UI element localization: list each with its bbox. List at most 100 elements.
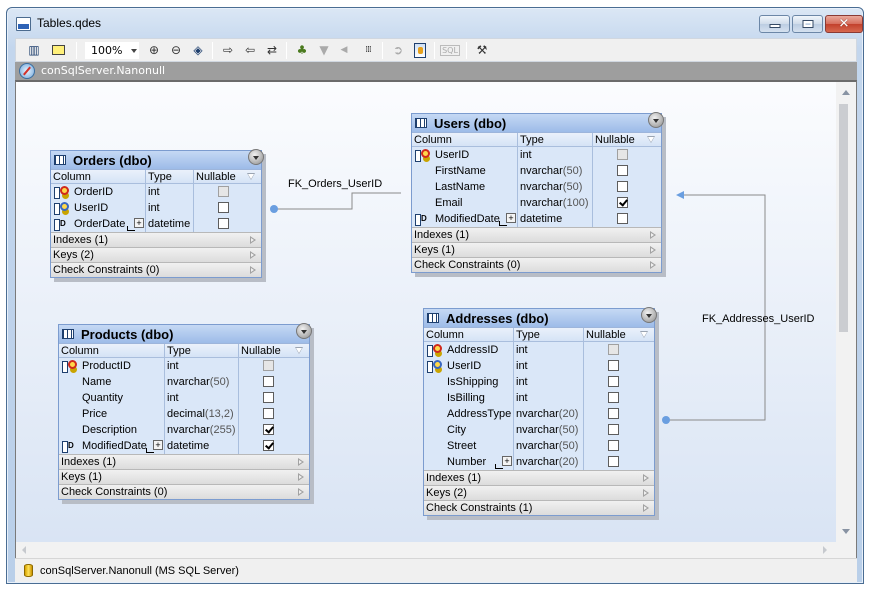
column-type[interactable]: int <box>516 390 528 406</box>
column-name[interactable]: UserID <box>435 147 469 163</box>
filter-icon[interactable] <box>247 173 255 180</box>
table-section[interactable]: Keys (1) <box>59 469 309 484</box>
expand-arrow-icon[interactable] <box>298 488 304 496</box>
column-name[interactable]: ModifiedDate <box>435 211 500 227</box>
filter-icon[interactable] <box>647 136 655 143</box>
column-row[interactable]: City nvarchar(50) <box>424 422 654 438</box>
nullable-checkbox[interactable] <box>608 392 619 403</box>
expand-arrow-icon[interactable] <box>650 246 656 254</box>
grid-button[interactable]: ⁞⁞⁞ <box>358 41 378 59</box>
column-name[interactable]: Quantity <box>82 390 123 406</box>
scroll-down-icon[interactable] <box>842 529 850 534</box>
table-section[interactable]: Keys (2) <box>51 247 261 262</box>
table-section[interactable]: Check Constraints (1) <box>424 500 654 515</box>
add-column-button[interactable]: + <box>127 218 144 231</box>
column-name[interactable]: LastName <box>435 179 485 195</box>
maximize-button[interactable] <box>792 15 823 33</box>
column-type[interactable]: int <box>516 358 528 374</box>
table-section[interactable]: Keys (2) <box>424 485 654 500</box>
column-type[interactable]: datetime <box>167 438 209 454</box>
column-row[interactable]: IsShipping int <box>424 374 654 390</box>
nullable-checkbox[interactable] <box>608 456 619 467</box>
column-type[interactable]: int <box>148 184 160 200</box>
column-divider[interactable] <box>238 344 239 358</box>
column-row[interactable]: UserID int <box>51 200 261 216</box>
insert-note-button[interactable] <box>48 41 68 59</box>
show-related-out-button[interactable]: ⇨ <box>218 41 238 59</box>
nullable-checkbox[interactable] <box>617 197 628 208</box>
column-name[interactable]: IsShipping <box>447 374 498 390</box>
table-header[interactable]: Products (dbo) <box>59 323 312 344</box>
column-name[interactable]: Price <box>82 406 107 422</box>
collapse-left-button[interactable]: ◀ <box>334 41 354 59</box>
column-name[interactable]: UserID <box>74 200 108 216</box>
expand-arrow-icon[interactable] <box>250 266 256 274</box>
column-row[interactable]: ModifiedDate datetime + <box>412 211 661 227</box>
column-header-nullable[interactable]: Nullable <box>595 133 635 147</box>
relation-label-fk-addresses[interactable]: FK_Addresses_UserID <box>702 313 815 325</box>
column-divider[interactable] <box>583 328 584 342</box>
column-name[interactable]: UserID <box>447 358 481 374</box>
expand-arrow-icon[interactable] <box>643 489 649 497</box>
column-type[interactable]: nvarchar(255) <box>167 422 235 438</box>
table-users[interactable]: Users (dbo) Column Type Nullable UserID int Fi… <box>411 112 664 273</box>
nullable-checkbox[interactable] <box>608 424 619 435</box>
column-name[interactable]: OrderID <box>74 184 113 200</box>
column-header-name[interactable]: Column <box>426 328 464 342</box>
column-divider[interactable] <box>193 170 194 184</box>
column-row[interactable]: Quantity int <box>59 390 309 406</box>
column-row[interactable]: Number nvarchar(20) + <box>424 454 654 470</box>
expand-arrow-icon[interactable] <box>643 474 649 482</box>
table-section[interactable]: Check Constraints (0) <box>412 257 661 272</box>
column-type[interactable]: datetime <box>520 211 562 227</box>
nullable-checkbox[interactable] <box>218 218 229 229</box>
column-row[interactable]: Price decimal(13,2) <box>59 406 309 422</box>
nullable-checkbox[interactable] <box>617 165 628 176</box>
column-type[interactable]: nvarchar(50) <box>516 422 578 438</box>
column-row[interactable]: Name nvarchar(50) <box>59 374 309 390</box>
table-section[interactable]: Indexes (1) <box>51 232 261 247</box>
nullable-checkbox[interactable] <box>218 202 229 213</box>
show-related-in-button[interactable]: ⇦ <box>240 41 260 59</box>
expand-arrow-icon[interactable] <box>650 231 656 239</box>
table-orders[interactable]: Orders (dbo) Column Type Nullable OrderID int… <box>50 149 264 278</box>
column-name[interactable]: ProductID <box>82 358 131 374</box>
table-section[interactable]: Check Constraints (0) <box>51 262 261 277</box>
column-type[interactable]: datetime <box>148 216 190 232</box>
save-image-button[interactable] <box>410 41 430 59</box>
column-header-type[interactable]: Type <box>520 133 544 147</box>
nullable-checkbox[interactable] <box>263 408 274 419</box>
column-name[interactable]: OrderDate <box>74 216 125 232</box>
show-related-both-button[interactable]: ⇄ <box>262 41 282 59</box>
column-type[interactable]: nvarchar(50) <box>520 163 582 179</box>
column-name[interactable]: AddressType <box>447 406 511 422</box>
column-row[interactable]: Street nvarchar(50) <box>424 438 654 454</box>
column-type[interactable]: int <box>516 374 528 390</box>
column-name[interactable]: Street <box>447 438 476 454</box>
column-type[interactable]: nvarchar(20) <box>516 454 578 470</box>
column-row[interactable]: ModifiedDate datetime + <box>59 438 309 454</box>
column-type[interactable]: int <box>516 342 528 358</box>
column-header-name[interactable]: Column <box>414 133 452 147</box>
vertical-scroll-thumb[interactable] <box>839 104 848 332</box>
expand-arrow-icon[interactable] <box>298 458 304 466</box>
collapse-button[interactable]: ▼ <box>314 41 334 59</box>
scroll-up-icon[interactable] <box>842 90 850 95</box>
nullable-checkbox[interactable] <box>263 440 274 451</box>
column-name[interactable]: City <box>447 422 466 438</box>
filter-icon[interactable] <box>295 347 303 354</box>
table-header[interactable]: Users (dbo) <box>412 112 664 133</box>
column-header-name[interactable]: Column <box>53 170 91 184</box>
column-type[interactable]: nvarchar(100) <box>520 195 588 211</box>
column-divider[interactable] <box>164 344 165 358</box>
column-type[interactable]: int <box>148 200 160 216</box>
design-canvas[interactable]: FK_Orders_UserID FK_Addresses_UserID Ord… <box>15 80 857 558</box>
column-name[interactable]: Name <box>82 374 111 390</box>
column-type[interactable]: int <box>167 390 179 406</box>
nullable-checkbox[interactable] <box>263 376 274 387</box>
table-section[interactable]: Indexes (1) <box>412 227 661 242</box>
nullable-checkbox[interactable] <box>608 440 619 451</box>
diagram-area[interactable]: FK_Orders_UserID FK_Addresses_UserID Ord… <box>16 82 837 542</box>
column-header-type[interactable]: Type <box>148 170 172 184</box>
expand-arrow-icon[interactable] <box>298 473 304 481</box>
